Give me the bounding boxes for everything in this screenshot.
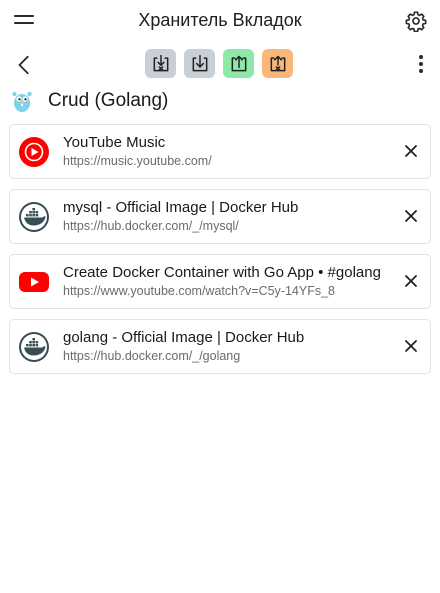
gopher-icon [12, 91, 32, 112]
tab-item[interactable]: YouTube Music https://music.youtube.com/ [9, 124, 431, 179]
group-header: Crud (Golang) [0, 86, 440, 116]
more-options-icon[interactable] [418, 55, 424, 75]
tab-url: https://www.youtube.com/watch?v=C5y-14YF… [63, 283, 336, 298]
tab-url: https://hub.docker.com/_/mysql/ [63, 218, 239, 233]
tab-item[interactable]: golang - Official Image | Docker Hub htt… [9, 319, 431, 374]
youtube-music-icon [18, 136, 50, 168]
close-icon[interactable] [404, 209, 418, 223]
docker-icon [18, 201, 50, 233]
tab-list: YouTube Music https://music.youtube.com/… [0, 116, 440, 374]
tab-item[interactable]: mysql - Official Image | Docker Hub http… [9, 189, 431, 244]
upload-icon [231, 55, 246, 71]
save-button[interactable] [223, 49, 254, 78]
tab-title: mysql - Official Image | Docker Hub [63, 198, 299, 216]
save-and-close-button[interactable] [262, 49, 293, 78]
gear-icon[interactable] [405, 10, 427, 32]
restore-and-delete-button[interactable] [145, 49, 176, 78]
tab-title: YouTube Music [63, 133, 166, 151]
close-icon[interactable] [404, 144, 418, 158]
hamburger-menu-icon[interactable] [14, 12, 34, 28]
app-title: Хранитель Вкладок [138, 9, 302, 30]
docker-icon [18, 331, 50, 363]
group-title: Crud (Golang) [48, 90, 169, 111]
tab-url: https://hub.docker.com/_/golang [63, 348, 241, 363]
tab-title: Create Docker Container with Go App • #g… [63, 263, 381, 281]
tab-title: golang - Official Image | Docker Hub [63, 328, 305, 346]
action-buttons [145, 49, 293, 78]
tab-item[interactable]: Create Docker Container with Go App • #g… [9, 254, 431, 309]
tab-url: https://music.youtube.com/ [63, 153, 212, 168]
toolbar [0, 40, 440, 88]
close-icon[interactable] [404, 274, 418, 288]
upload-close-icon [270, 55, 285, 71]
youtube-icon [18, 266, 50, 298]
restore-button[interactable] [184, 49, 215, 78]
back-arrow-icon[interactable] [14, 54, 36, 76]
close-icon[interactable] [404, 339, 418, 353]
download-icon [192, 54, 207, 71]
app-header: Хранитель Вкладок [0, 0, 440, 40]
download-delete-icon [153, 54, 168, 71]
